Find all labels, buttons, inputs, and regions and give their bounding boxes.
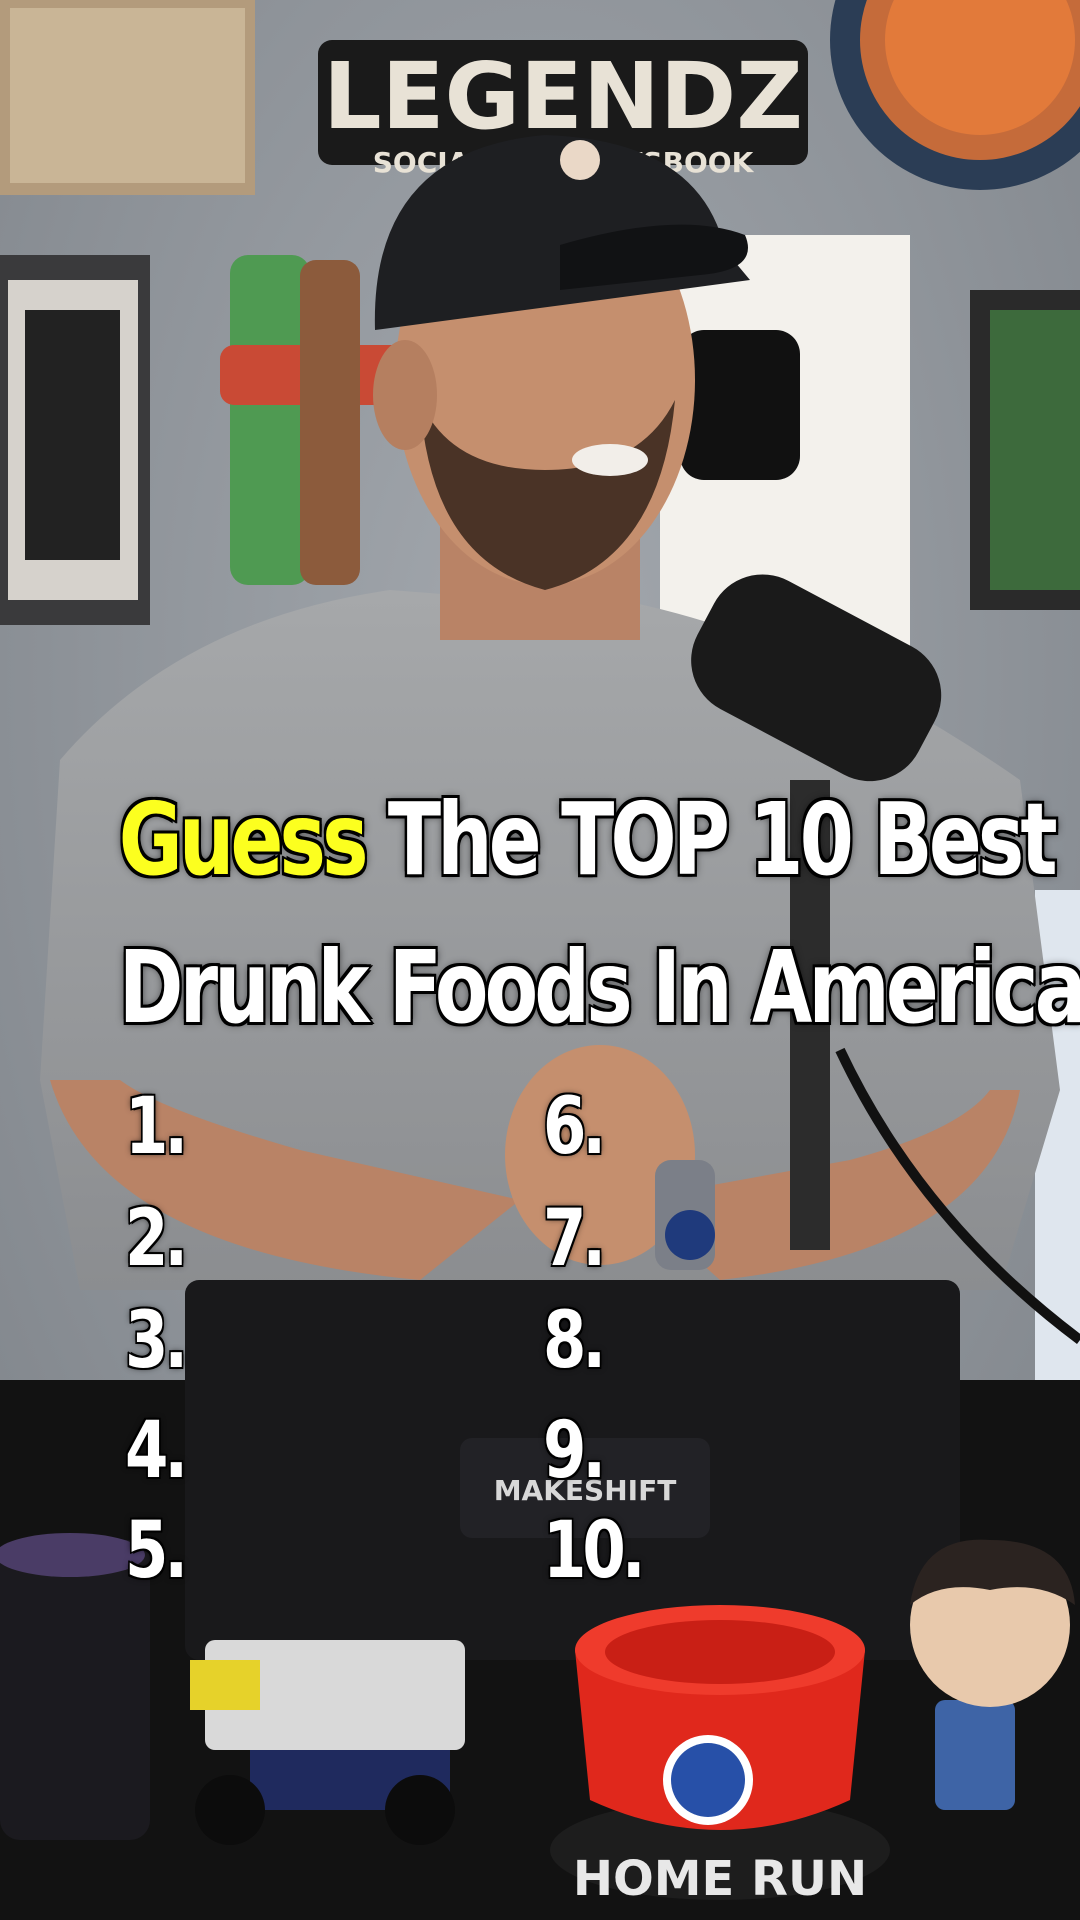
caption-line-1-rest: The TOP 10 Best	[386, 781, 1059, 898]
list-number-4: 4.	[124, 1406, 190, 1496]
list-number-3: 3.	[124, 1296, 190, 1386]
list-number-2: 2.	[124, 1194, 190, 1284]
caption-highlight: Guess	[117, 781, 370, 898]
list-number-10: 10.	[542, 1506, 647, 1596]
video-frame: LEGENDZ SOCIAL ... SPORTSBOOK	[0, 0, 1080, 1920]
list-number-8: 8.	[542, 1296, 608, 1386]
list-number-9: 9.	[542, 1406, 608, 1496]
list-number-1: 1.	[124, 1082, 190, 1172]
list-number-6: 6.	[542, 1082, 608, 1172]
legendz-text: LEGENDZ	[323, 43, 803, 150]
home-run-bowl: HOME RUN	[550, 1605, 890, 1907]
caption-line-1: Guess The TOP 10 Best	[117, 788, 1059, 892]
bowl-text: HOME RUN	[573, 1851, 867, 1907]
list-number-7: 7.	[542, 1194, 608, 1284]
list-number-5: 5.	[124, 1506, 190, 1596]
caption-line-2: Drunk Foods In America	[117, 929, 1080, 1046]
